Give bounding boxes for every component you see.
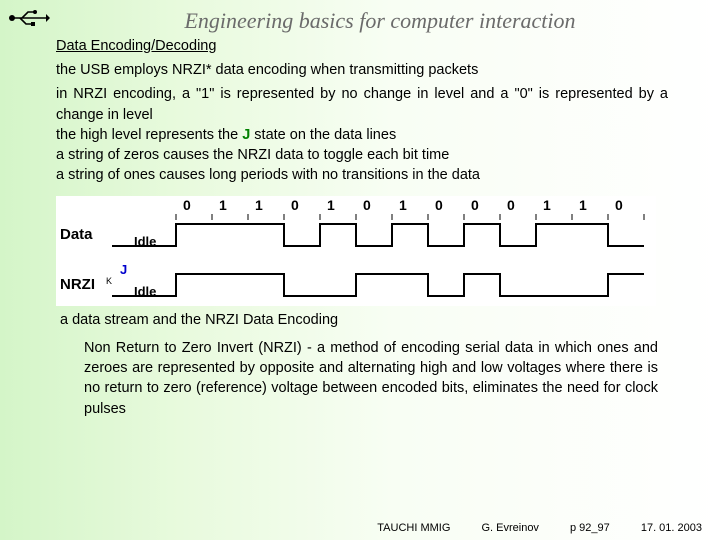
diagram-caption: a data stream and the NRZI Data Encoding: [60, 312, 668, 328]
bit-3: 0: [291, 197, 299, 213]
text-ones: a string of ones causes long periods wit…: [56, 167, 480, 183]
para-nrzi-desc: in NRZI encoding, a "1" is represented b…: [56, 84, 668, 185]
data-row-label: Data: [60, 226, 93, 243]
footer: TAUCHI MMIG G. Evreinov p 92_97 17. 01. …: [349, 522, 702, 534]
svg-text:K: K: [106, 276, 112, 286]
footer-date: 17. 01. 2003: [641, 522, 702, 534]
bit-11: 1: [579, 197, 587, 213]
footer-author: G. Evreinov: [481, 522, 538, 534]
text-zeros: a string of zeros causes the NRZI data t…: [56, 147, 449, 163]
bit-1: 1: [219, 197, 227, 213]
nrzi-row-label: NRZI: [60, 276, 95, 293]
bit-9: 0: [507, 197, 515, 213]
bit-5: 0: [363, 197, 371, 213]
usb-icon: [8, 8, 50, 33]
bit-2: 1: [255, 197, 263, 213]
bit-12: 0: [615, 197, 623, 213]
j-annotation: J: [120, 262, 127, 277]
text-jstate-prefix: the high level represents the: [56, 127, 242, 143]
text-jstate-suffix: state on the data lines: [250, 127, 396, 143]
text-encoding-desc: in NRZI encoding, a "1" is represented b…: [56, 86, 668, 122]
bit-6: 1: [399, 197, 407, 213]
footer-org: TAUCHI MMIG: [377, 522, 450, 534]
bit-8: 0: [471, 197, 479, 213]
bit-0: 0: [183, 197, 191, 213]
page-title: Engineering basics for computer interact…: [0, 0, 720, 38]
nrzi-definition: Non Return to Zero Invert (NRZI) - a met…: [56, 338, 668, 419]
content-area: Data Encoding/Decoding the USB employs N…: [0, 38, 720, 419]
para-usb-employs: the USB employs NRZI* data encoding when…: [56, 60, 668, 80]
bit-10: 1: [543, 197, 551, 213]
bit-4: 1: [327, 197, 335, 213]
footer-page: p 92_97: [570, 522, 610, 534]
waveform-diagram: 0 1 1 0 1 0 1 0 0 0 1 1 0 Data NRZI Idle…: [56, 196, 668, 306]
section-heading: Data Encoding/Decoding: [56, 38, 668, 54]
bit-7: 0: [435, 197, 443, 213]
